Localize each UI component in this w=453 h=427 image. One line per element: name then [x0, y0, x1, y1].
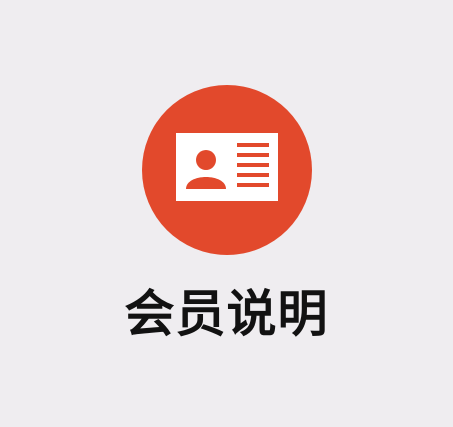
member-card-icon [142, 85, 312, 255]
tile-label: 会员说明 [124, 285, 329, 343]
member-info-tile[interactable]: 会员说明 [0, 0, 453, 427]
